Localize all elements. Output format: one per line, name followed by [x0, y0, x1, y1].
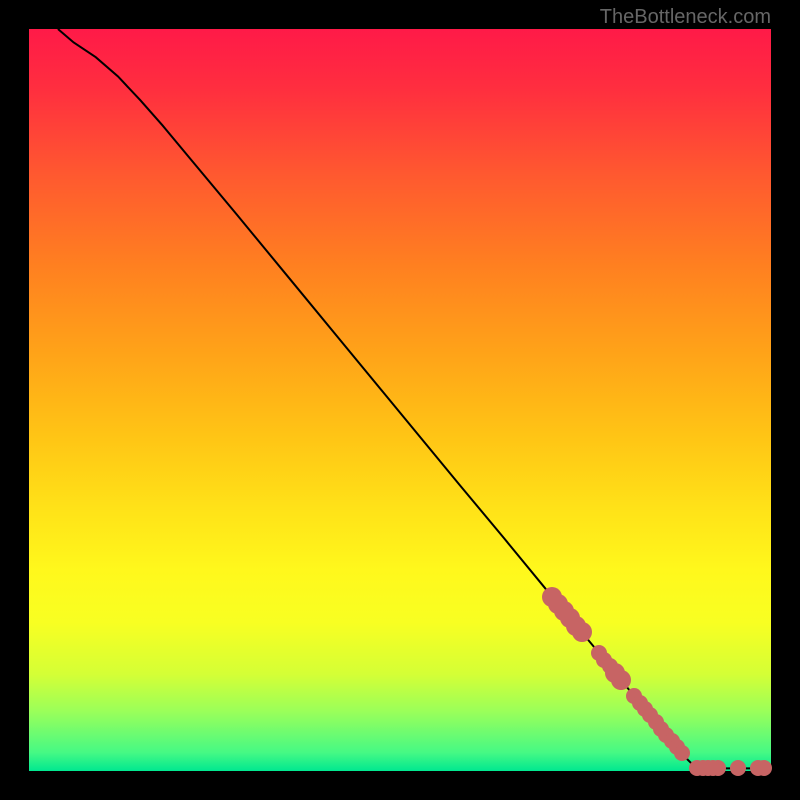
scatter-point	[710, 760, 726, 776]
chart-plot-area	[29, 29, 771, 771]
scatter-point	[730, 760, 746, 776]
curve-svg	[29, 29, 771, 771]
attribution-text: TheBottleneck.com	[600, 6, 771, 29]
scatter-point	[572, 622, 592, 642]
scatter-point	[756, 760, 772, 776]
scatter-point	[674, 745, 690, 761]
scatter-point	[611, 670, 631, 690]
